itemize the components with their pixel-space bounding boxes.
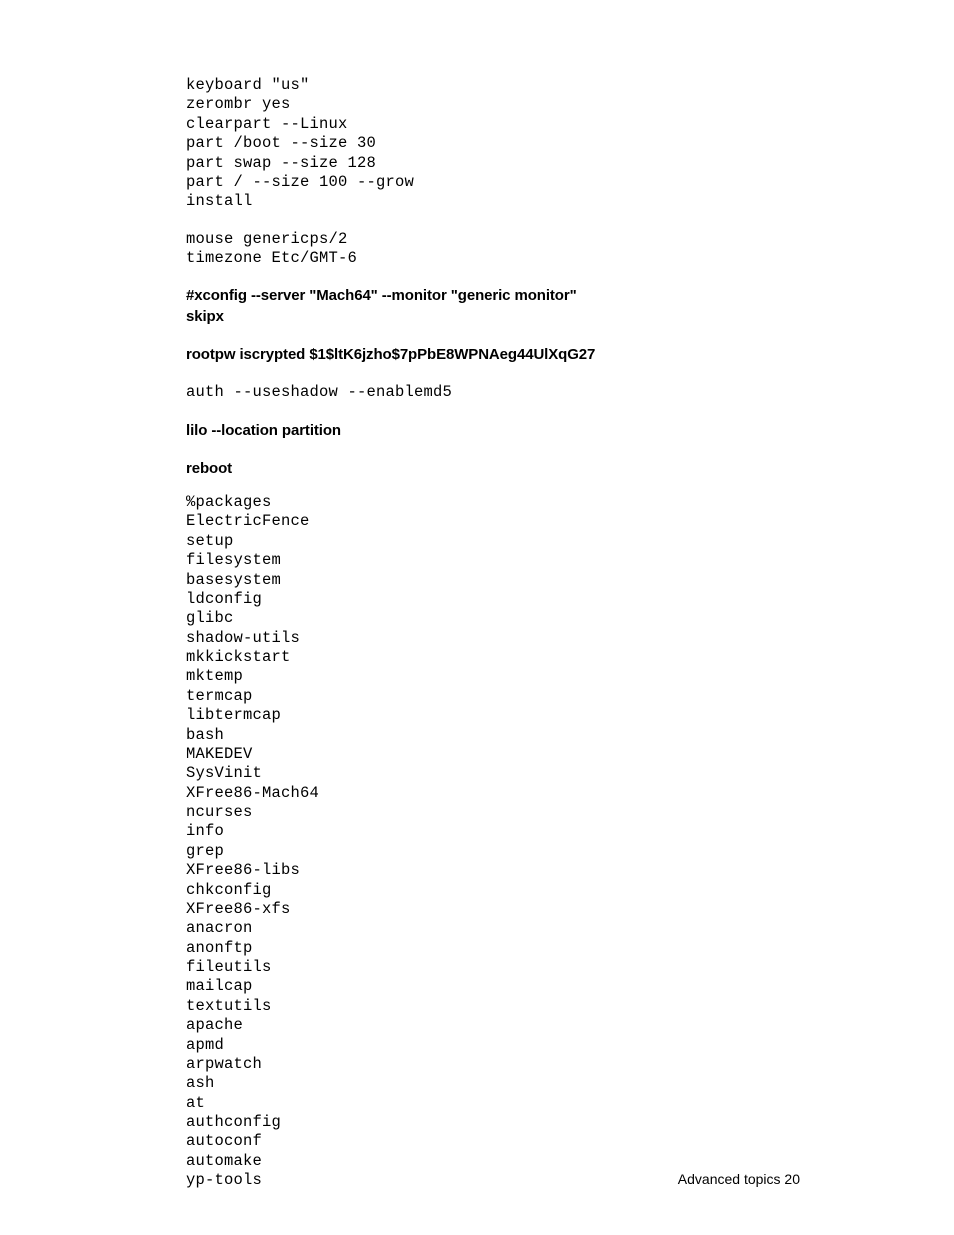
bold-block-xconfig: #xconfig --server "Mach64" --monitor "ge…: [186, 286, 766, 327]
code-block-3: auth --useshadow --enablemd5: [186, 383, 766, 402]
bold-block-lilo: lilo --location partition: [186, 421, 766, 441]
page-content: keyboard "us" zerombr yes clearpart --Li…: [0, 0, 766, 1191]
bold-block-rootpw: rootpw iscrypted $1$ltK6jzho$7pPbE8WPNAe…: [186, 345, 766, 365]
code-block-4: %packages ElectricFence setup filesystem…: [186, 493, 766, 1191]
code-block-2: mouse genericps/2 timezone Etc/GMT-6: [186, 230, 766, 269]
bold-block-reboot: reboot: [186, 459, 766, 479]
page-footer: Advanced topics 20: [678, 1171, 800, 1187]
code-block-1: keyboard "us" zerombr yes clearpart --Li…: [186, 76, 766, 212]
